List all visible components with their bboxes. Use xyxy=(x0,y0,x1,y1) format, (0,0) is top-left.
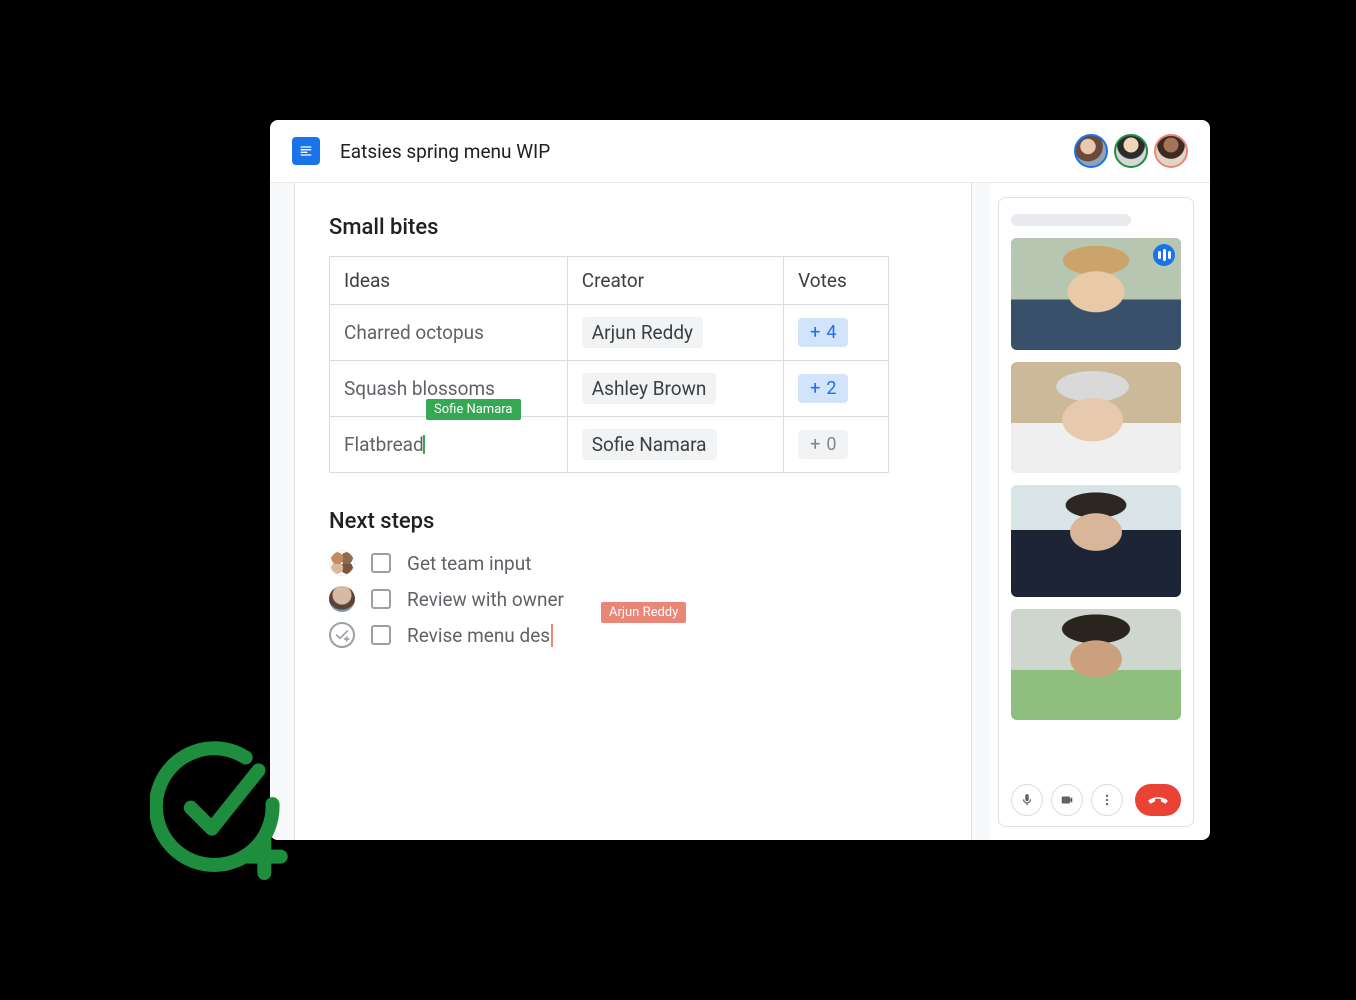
video-tiles xyxy=(1011,238,1181,772)
meet-controls xyxy=(1011,784,1181,816)
video-tile[interactable] xyxy=(1011,485,1181,597)
video-tile[interactable] xyxy=(1011,609,1181,721)
meet-title-placeholder xyxy=(1011,214,1131,226)
plus-icon: + xyxy=(810,322,820,343)
col-votes: Votes xyxy=(784,257,889,305)
avatar[interactable] xyxy=(1114,134,1148,168)
check-plus-decorative-icon xyxy=(150,740,290,880)
ideas-table[interactable]: Ideas Creator Votes Charred octopus Arju… xyxy=(329,256,889,473)
docs-header: Eatsies spring menu WIP xyxy=(270,120,1210,183)
votes-cell[interactable]: +0 xyxy=(784,417,889,473)
avatar[interactable] xyxy=(1154,134,1188,168)
docs-app-icon xyxy=(292,137,320,165)
hangup-button[interactable] xyxy=(1135,784,1181,816)
creator-chip[interactable]: Ashley Brown xyxy=(582,373,717,404)
creator-chip[interactable]: Arjun Reddy xyxy=(582,317,703,348)
video-tile[interactable] xyxy=(1011,238,1181,350)
section-heading: Next steps xyxy=(329,509,937,534)
doc-canvas: Small bites Ideas Creator Votes Charred … xyxy=(270,183,990,840)
doc-title[interactable]: Eatsies spring menu WIP xyxy=(340,140,1074,163)
creator-cell[interactable]: Ashley Brown xyxy=(567,361,783,417)
camera-button[interactable] xyxy=(1051,784,1083,816)
mic-button[interactable] xyxy=(1011,784,1043,816)
table-header-row: Ideas Creator Votes xyxy=(330,257,889,305)
creator-cell[interactable]: Sofie Namara xyxy=(567,417,783,473)
idea-text[interactable]: Flatbread xyxy=(344,433,424,456)
idea-cell[interactable]: Charred octopus xyxy=(330,305,568,361)
vote-chip[interactable]: +0 xyxy=(798,430,848,459)
votes-cell[interactable]: +4 xyxy=(784,305,889,361)
docs-window: Eatsies spring menu WIP Small bites Idea… xyxy=(270,120,1210,840)
checkbox[interactable] xyxy=(371,553,391,573)
collaborator-avatars xyxy=(1074,134,1188,168)
task-row[interactable]: Revise menu des Arjun Reddy xyxy=(329,622,937,648)
assign-add-icon[interactable] xyxy=(329,622,355,648)
docs-body: Small bites Ideas Creator Votes Charred … xyxy=(270,183,1210,840)
creator-cell[interactable]: Arjun Reddy xyxy=(567,305,783,361)
table-row[interactable]: Charred octopus Arjun Reddy +4 xyxy=(330,305,889,361)
votes-cell[interactable]: +2 xyxy=(784,361,889,417)
checkbox[interactable] xyxy=(371,589,391,609)
task-label[interactable]: Revise menu des xyxy=(407,624,550,647)
task-row[interactable]: Get team input xyxy=(329,550,937,576)
more-button[interactable] xyxy=(1091,784,1123,816)
vote-chip[interactable]: +2 xyxy=(798,374,848,403)
vote-chip[interactable]: +4 xyxy=(798,318,848,347)
meet-side-panel xyxy=(990,183,1210,840)
plus-icon: + xyxy=(810,434,820,455)
table-row[interactable]: Flatbread Sofie Namara Sofie Namara +0 xyxy=(330,417,889,473)
creator-chip[interactable]: Sofie Namara xyxy=(582,429,717,460)
presence-tag: Arjun Reddy xyxy=(601,602,686,623)
idea-cell[interactable]: Flatbread Sofie Namara xyxy=(330,417,568,473)
section-heading: Small bites xyxy=(329,215,937,240)
task-label[interactable]: Get team input xyxy=(407,552,531,575)
video-tile[interactable] xyxy=(1011,362,1181,474)
page[interactable]: Small bites Ideas Creator Votes Charred … xyxy=(294,183,972,840)
checkbox[interactable] xyxy=(371,625,391,645)
col-ideas: Ideas xyxy=(330,257,568,305)
next-steps-section: Next steps Get team input Review with ow… xyxy=(329,509,937,648)
speaking-indicator-icon xyxy=(1153,244,1175,266)
presence-tag: Sofie Namara xyxy=(426,399,521,420)
plus-icon: + xyxy=(810,378,820,399)
table-row[interactable]: Squash blossoms Ashley Brown +2 xyxy=(330,361,889,417)
avatar[interactable] xyxy=(1074,134,1108,168)
meet-card xyxy=(998,197,1194,827)
col-creator: Creator xyxy=(567,257,783,305)
assignee-group-icon[interactable] xyxy=(329,550,355,576)
assignee-avatar-icon[interactable] xyxy=(329,586,355,612)
task-label[interactable]: Review with owner xyxy=(407,588,564,611)
